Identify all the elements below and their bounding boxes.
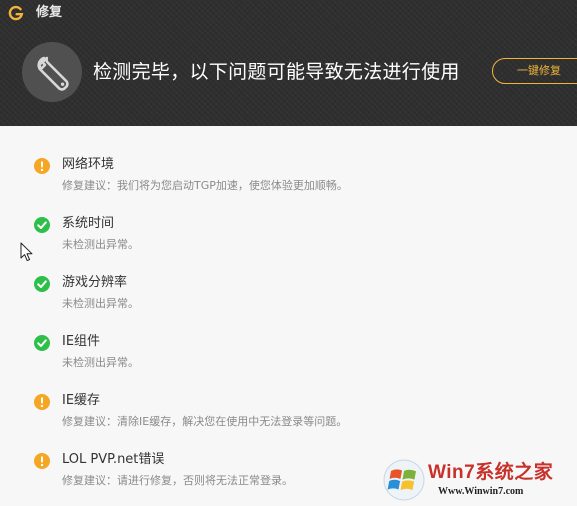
exclamation-icon	[40, 397, 44, 408]
warning-status-icon	[34, 158, 50, 174]
item-title: IE组件	[62, 334, 101, 349]
exclamation-icon	[40, 161, 44, 172]
item-desc: 修复建议：清除IE缓存，解决您在使用中无法登录等问题。	[62, 415, 348, 428]
item-desc: 未检测出异常。	[62, 297, 139, 310]
wrench-badge	[22, 42, 82, 102]
checkmark-icon	[37, 339, 47, 347]
list-item: IE组件 未检测出异常。	[34, 333, 554, 379]
exclamation-icon	[40, 456, 44, 467]
warning-status-icon	[34, 394, 50, 410]
checkmark-icon	[37, 221, 47, 229]
item-desc: 修复建议：我们将为您启动TGP加速，使您体验更加顺畅。	[62, 179, 348, 192]
mouse-cursor-icon	[20, 242, 33, 262]
item-title: IE缓存	[62, 393, 101, 408]
windows-logo-icon	[383, 459, 425, 501]
list-item: 系统时间 未检测出异常。	[34, 215, 554, 261]
one-click-fix-button[interactable]: 一键修复	[492, 58, 577, 84]
list-item: IE缓存 修复建议：清除IE缓存，解决您在使用中无法登录等问题。	[34, 392, 554, 438]
app-title: 修复	[36, 5, 63, 20]
item-title: LOL PVP.net错误	[62, 452, 165, 467]
item-title: 游戏分辨率	[62, 275, 128, 290]
list-item: 网络环境 修复建议：我们将为您启动TGP加速，使您体验更加顺畅。	[34, 156, 554, 202]
item-desc: 未检测出异常。	[62, 238, 139, 251]
watermark-url: Www.Winwin7.com	[438, 486, 524, 497]
header-banner: 修复 检测完毕，以下问题可能导致无法进行使用 一键修复	[0, 0, 577, 126]
item-title: 系统时间	[62, 216, 115, 231]
check-result-list: 网络环境 修复建议：我们将为您启动TGP加速，使您体验更加顺畅。 系统时间 未检…	[0, 126, 577, 506]
watermark: Win7系统之家 Www.Winwin7.com	[380, 454, 577, 506]
g-logo-icon	[8, 5, 24, 21]
ok-status-icon	[34, 217, 50, 233]
item-title: 网络环境	[62, 157, 115, 172]
list-item: 游戏分辨率 未检测出异常。	[34, 274, 554, 320]
checkmark-icon	[37, 280, 47, 288]
wrench-icon	[37, 56, 69, 91]
watermark-brand: Win7系统之家	[428, 462, 554, 483]
warning-status-icon	[34, 453, 50, 469]
ok-status-icon	[34, 335, 50, 351]
item-desc: 未检测出异常。	[62, 356, 139, 369]
ok-status-icon	[34, 276, 50, 292]
result-headline: 检测完毕，以下问题可能导致无法进行使用	[93, 61, 460, 83]
item-desc: 修复建议：请进行修复，否则将无法正常登录。	[62, 474, 293, 487]
